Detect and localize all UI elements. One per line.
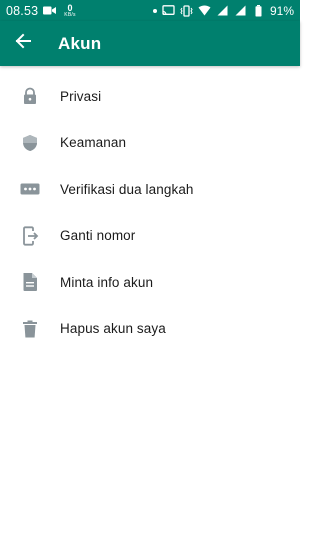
status-bar: 08.53 0 KB/s 91% (0, 0, 300, 21)
menu-item-security[interactable]: Keamanan (0, 120, 300, 167)
menu-item-privacy[interactable]: Privasi (0, 73, 300, 120)
menu-item-request-account-info[interactable]: Minta info akun (0, 259, 300, 306)
cast-icon (162, 5, 175, 17)
shield-icon (0, 134, 60, 152)
network-speed-unit: KB/s (64, 11, 76, 18)
wifi-icon (198, 5, 211, 17)
menu-item-label: Privasi (60, 88, 102, 104)
video-camera-icon (43, 6, 57, 16)
battery-icon (252, 4, 265, 17)
status-time: 08.53 (6, 3, 39, 18)
battery-percent: 91% (269, 3, 294, 18)
vibrate-icon (180, 4, 193, 17)
page-title: Akun (58, 33, 102, 53)
menu-item-change-number[interactable]: Ganti nomor (0, 213, 300, 260)
signal-icon-1 (216, 5, 229, 17)
lock-icon (0, 87, 60, 105)
network-speed: 0 KB/s (64, 3, 76, 18)
settings-menu: Privasi Keamanan Verifikasi dua langkah … (0, 73, 300, 352)
change-number-icon (0, 226, 60, 246)
menu-item-label: Minta info akun (60, 274, 154, 290)
document-icon (0, 272, 60, 292)
menu-item-two-step-verification[interactable]: Verifikasi dua langkah (0, 166, 300, 213)
notification-dot-icon (152, 8, 157, 13)
back-button[interactable] (0, 21, 46, 66)
menu-item-label: Ganti nomor (60, 228, 136, 244)
trash-icon (0, 320, 60, 338)
menu-item-label: Keamanan (60, 135, 127, 151)
menu-item-label: Hapus akun saya (60, 321, 166, 337)
menu-item-label: Verifikasi dua langkah (60, 181, 194, 197)
signal-icon-2 (234, 5, 247, 17)
menu-item-delete-account[interactable]: Hapus akun saya (0, 306, 300, 353)
arrow-back-icon (15, 33, 31, 54)
app-bar: Akun (0, 21, 300, 66)
password-dots-icon (0, 182, 60, 196)
